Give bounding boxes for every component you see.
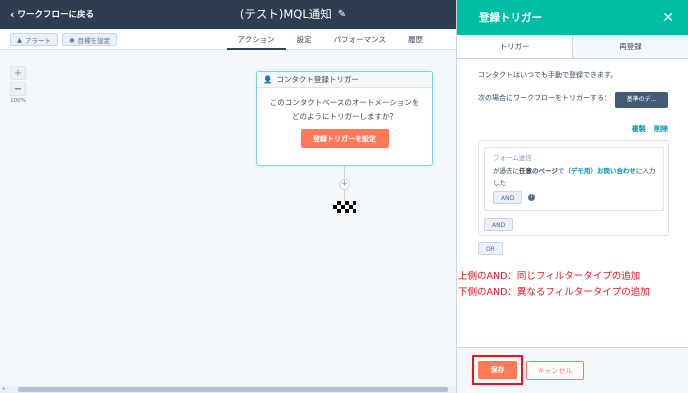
zoom-in-button[interactable]: + <box>10 66 26 80</box>
panel-tabs: トリガー 再登録 <box>457 35 688 59</box>
workflow-title-area: (テスト)MQL通知 ✎ <box>0 6 456 22</box>
connector-line <box>344 166 345 179</box>
contact-icon: 👤 <box>263 75 273 84</box>
filter-description: が過去に任意のページで（デモ用）お問い合わせに入力した <box>493 165 657 189</box>
enrollment-trigger-panel: 登録トリガー ✕ トリガー 再登録 コンタクトはいつでも手動で登録できます。 次… <box>456 0 688 393</box>
filter-type-label: フォーム送信 <box>493 154 532 162</box>
filter-desc-any-page: 任意のページ <box>519 167 558 175</box>
tab-settings[interactable]: 設定 <box>286 29 323 50</box>
tab-re-enrollment[interactable]: 再登録 <box>572 35 688 58</box>
alert-label: アラート <box>25 36 51 45</box>
inner-and-row: AND i <box>493 191 657 204</box>
filter-card[interactable]: フォーム送信 が過去に任意のページで（デモ用）お問い合わせに入力した AND i <box>484 147 664 211</box>
info-icon[interactable]: i <box>528 194 536 201</box>
zoom-out-button[interactable]: − <box>10 82 26 96</box>
workflow-title[interactable]: (テスト)MQL通知 <box>240 6 332 22</box>
tab-trigger[interactable]: トリガー <box>457 35 572 58</box>
zoom-level: 100% <box>10 98 26 104</box>
enrollment-trigger-card[interactable]: 👤 コンタクト登録トリガー このコンタクトベースのオートメーションをどのようにト… <box>256 71 433 166</box>
connector-line <box>344 190 345 201</box>
add-action-button[interactable]: + <box>339 179 350 190</box>
filter-desc-pre: が過去に <box>493 167 519 175</box>
workflow-tabs: アクション 設定 パフォーマンス 履歴 <box>226 29 434 50</box>
trigger-card-header: 👤 コンタクト登録トリガー <box>257 72 432 88</box>
sub-toolbar: ▲ アラート ◉ 目標を設定 アクション 設定 パフォーマンス 履歴 <box>0 29 456 50</box>
filter-desc-form: （デモ用）お問い合わせ <box>564 167 636 175</box>
filter-group-links: 複製 削除 <box>478 124 668 134</box>
annotation-line-2: 下側のAND：異なるフィルタータイプの追加 <box>458 287 650 298</box>
save-highlight-box: 保存 <box>472 355 523 385</box>
delete-link[interactable]: 削除 <box>654 125 668 133</box>
panel-title: 登録トリガー <box>479 12 542 24</box>
cancel-button[interactable]: キャンセル <box>526 361 584 380</box>
filter-group: フォーム送信 が過去に任意のページで（デモ用）お問い合わせに入力した AND i… <box>478 140 669 236</box>
panel-footer: 保存 キャンセル <box>457 347 688 393</box>
copy-link[interactable]: 複製 <box>632 125 646 133</box>
trigger-card-title: コンタクト登録トリガー <box>276 75 359 84</box>
target-icon: ◉ <box>69 35 75 44</box>
tab-history[interactable]: 履歴 <box>397 29 434 50</box>
panel-header: 登録トリガー ✕ <box>457 0 688 35</box>
trigger-card-text: このコンタクトベースのオートメーションをどのようにトリガーしますか？ <box>269 98 420 121</box>
and-same-type-button[interactable]: AND <box>493 191 523 204</box>
manual-enroll-note: コンタクトはいつでも手動で登録できます。 <box>478 71 618 79</box>
and-different-type-button[interactable]: AND <box>484 218 514 231</box>
save-button[interactable]: 保存 <box>478 361 517 379</box>
horizontal-scrollbar[interactable]: ◂ <box>0 386 456 393</box>
alert-button[interactable]: ▲ アラート <box>10 33 58 46</box>
close-icon[interactable]: ✕ <box>662 11 674 25</box>
tab-actions[interactable]: アクション <box>226 29 286 50</box>
workflow-end-flag-icon <box>333 201 356 213</box>
top-bar: ‹ ワークフローに戻る (テスト)MQL通知 ✎ <box>0 0 456 29</box>
set-goal-button[interactable]: ◉ 目標を設定 <box>62 33 118 46</box>
set-enrollment-trigger-button[interactable]: 登録トリガーを設定 <box>300 129 389 148</box>
panel-body: コンタクトはいつでも手動で登録できます。 次の場合にワークフローをトリガーする：… <box>457 59 688 255</box>
pencil-icon[interactable]: ✎ <box>338 9 346 20</box>
scrollbar-thumb[interactable] <box>18 387 448 392</box>
annotation-line-1: 上側のAND：同じフィルタータイプの追加 <box>458 271 641 282</box>
scroll-left-icon[interactable]: ◂ <box>2 386 5 392</box>
trigger-when-label: 次の場合にワークフローをトリガーする： <box>478 94 611 102</box>
zoom-controls: + − 100% <box>10 66 26 104</box>
tab-performance[interactable]: パフォーマンス <box>323 29 397 50</box>
or-button[interactable]: OR <box>478 242 503 255</box>
trigger-when-row: 次の場合にワークフローをトリガーする： 基準のデ... <box>478 92 668 108</box>
criteria-dropdown[interactable]: 基準のデ... <box>615 92 668 108</box>
warning-icon: ▲ <box>17 35 22 44</box>
set-goal-label: 目標を設定 <box>77 36 111 45</box>
